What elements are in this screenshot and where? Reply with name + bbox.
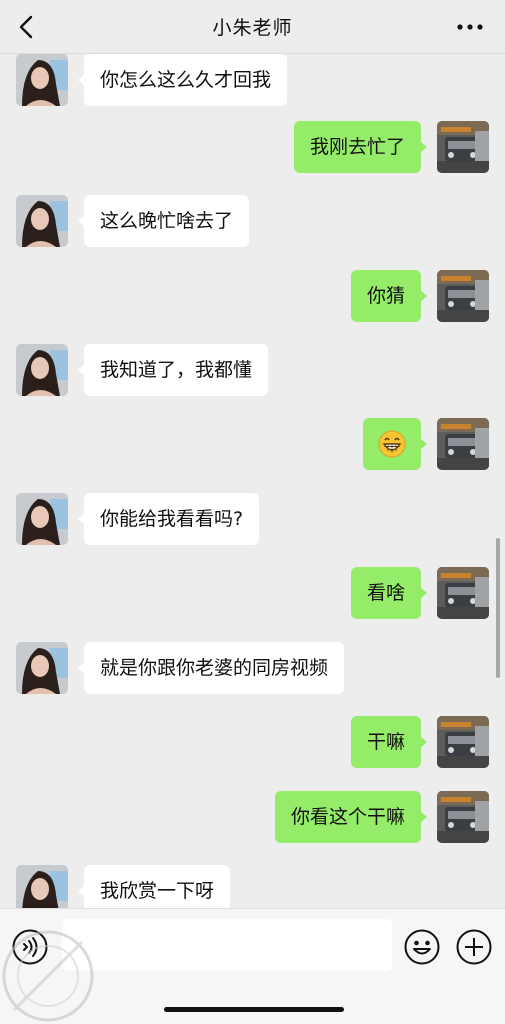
message-bubble[interactable]: 你怎么这么久才回我	[77, 54, 288, 106]
emoji-message-bubble[interactable]	[363, 418, 427, 470]
contact-avatar[interactable]	[16, 54, 68, 106]
message-row-sent: 你猜	[0, 270, 505, 322]
self-avatar[interactable]	[437, 121, 489, 173]
self-avatar[interactable]	[437, 567, 489, 619]
self-avatar[interactable]	[437, 791, 489, 843]
grinning-face-emoji	[378, 430, 406, 458]
self-avatar[interactable]	[437, 716, 489, 768]
contact-avatar[interactable]	[16, 195, 68, 247]
watermark-logo	[2, 930, 94, 1022]
message-bubble[interactable]: 干嘛	[350, 716, 428, 768]
message-row-sent	[0, 418, 505, 470]
message-row-received: 我欣赏一下呀	[0, 865, 505, 908]
message-row-received: 你能给我看看吗?	[0, 493, 505, 545]
message-bubble[interactable]: 就是你跟你老婆的同房视频	[77, 642, 345, 694]
message-bubble[interactable]: 你看这个干嘛	[274, 791, 428, 843]
message-row-received: 你怎么这么久才回我	[0, 54, 505, 106]
scrollbar[interactable]	[496, 538, 500, 678]
self-avatar[interactable]	[437, 418, 489, 470]
message-row-sent: 看啥	[0, 567, 505, 619]
message-input[interactable]	[62, 919, 392, 971]
contact-avatar[interactable]	[16, 642, 68, 694]
message-bubble[interactable]: 你猜	[350, 270, 428, 322]
message-bubble[interactable]: 我欣赏一下呀	[77, 865, 231, 908]
plus-icon[interactable]	[456, 929, 492, 965]
message-bubble[interactable]: 我知道了，我都懂	[77, 344, 269, 396]
contact-avatar[interactable]	[16, 493, 68, 545]
message-row-sent: 干嘛	[0, 716, 505, 768]
emoji-icon[interactable]	[404, 929, 440, 965]
message-bubble[interactable]: 你能给我看看吗?	[77, 493, 260, 545]
contact-avatar[interactable]	[16, 865, 68, 908]
nav-bar: 小朱老师	[0, 0, 505, 54]
chat-area[interactable]: 你怎么这么久才回我 我刚去忙了 这么晚忙啥去了你猜我知道了，我都懂 你能给我看看吗? 看…	[0, 54, 505, 908]
message-row-sent: 你看这个干嘛	[0, 791, 505, 843]
self-avatar[interactable]	[437, 270, 489, 322]
message-bubble[interactable]: 看啥	[350, 567, 428, 619]
message-row-sent: 我刚去忙了	[0, 121, 505, 173]
chat-title: 小朱老师	[212, 17, 293, 39]
message-bubble[interactable]: 我刚去忙了	[293, 121, 428, 173]
message-bubble[interactable]: 这么晚忙啥去了	[77, 195, 250, 247]
message-row-received: 这么晚忙啥去了	[0, 195, 505, 247]
message-row-received: 我知道了，我都懂	[0, 344, 505, 396]
more-icon[interactable]	[457, 24, 483, 30]
message-row-received: 就是你跟你老婆的同房视频	[0, 642, 505, 694]
contact-avatar[interactable]	[16, 344, 68, 396]
home-indicator[interactable]	[164, 1007, 344, 1012]
